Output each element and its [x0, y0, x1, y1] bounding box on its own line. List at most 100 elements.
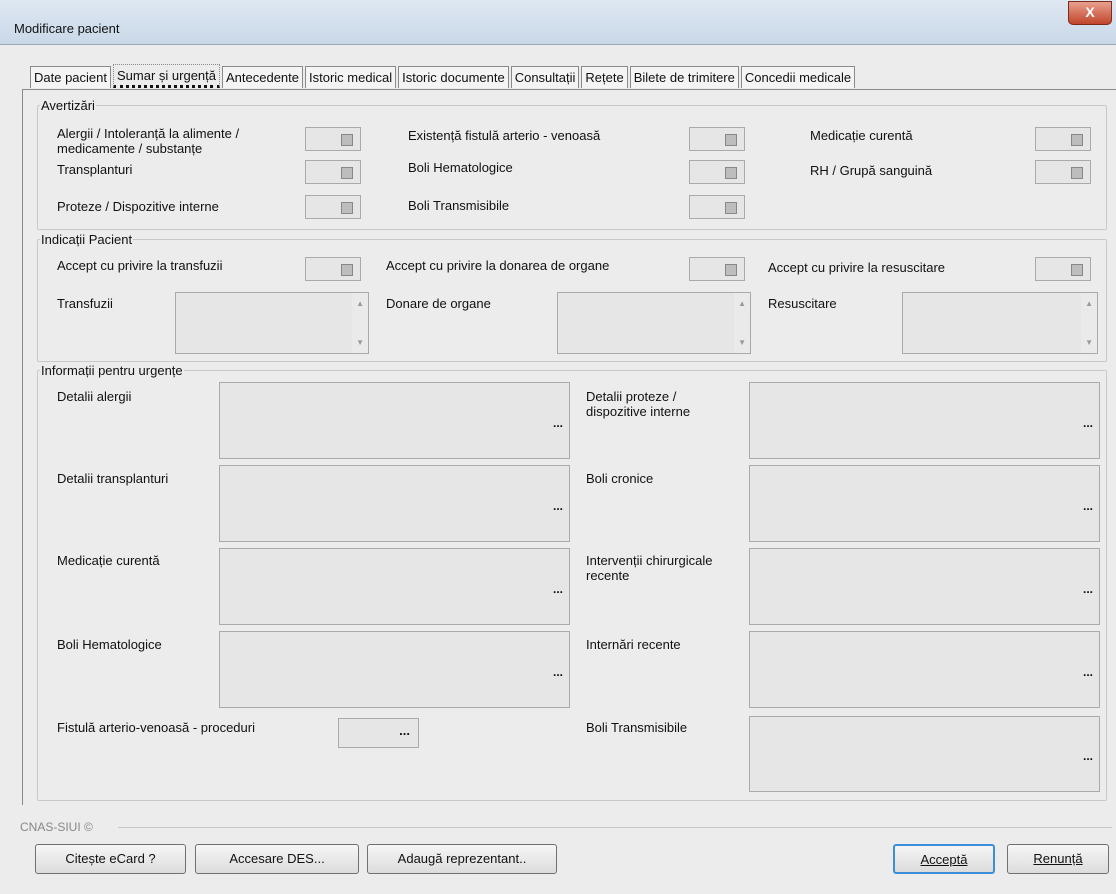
alergii-label: Alergii / Intoleranță la alimente / medi… [57, 126, 240, 156]
tab-retete[interactable]: Rețete [581, 66, 628, 88]
hematologice-label: Boli Hematologice [408, 160, 513, 175]
accepta-label: Acceptă [920, 852, 968, 867]
ellipsis-button[interactable]: ... [1083, 665, 1093, 679]
boli-transmisibile-field[interactable]: ... [749, 716, 1100, 792]
scroll-up-icon[interactable]: ▲ [356, 299, 364, 308]
detalii-transplanturi-label: Detalii transplanturi [57, 471, 169, 486]
alergii-checkbox[interactable] [305, 127, 361, 151]
proteze-label: Proteze / Dispozitive interne [57, 199, 219, 214]
urgente-legend: Informații pentru urgențe [41, 363, 183, 378]
scroll-up-icon[interactable]: ▲ [1085, 299, 1093, 308]
medicatie-checkbox[interactable] [1035, 127, 1091, 151]
checkbox-box-icon [725, 167, 737, 179]
ellipsis-button[interactable]: ... [1083, 749, 1093, 763]
fistula-proceduri-button[interactable]: ... [338, 718, 419, 748]
transmisibile-checkbox[interactable] [689, 195, 745, 219]
boli-cronice-field[interactable]: ... [749, 465, 1100, 542]
internari-field[interactable]: ... [749, 631, 1100, 708]
checkbox-box-icon [341, 167, 353, 179]
fistula-proceduri-label: Fistulă arterio-venoasă - proceduri [57, 720, 255, 735]
internari-label: Internări recente [586, 637, 681, 652]
tab-concedii-medicale[interactable]: Concedii medicale [740, 66, 856, 88]
footer-divider [118, 827, 1112, 828]
scroll-down-icon[interactable]: ▼ [738, 338, 746, 347]
fistula-checkbox[interactable] [689, 127, 745, 151]
title-bar: Modificare pacient X [0, 0, 1116, 45]
ellipsis-button[interactable]: ... [1083, 582, 1093, 596]
donare-textarea[interactable]: ▲ ▼ [557, 292, 751, 354]
tab-istoric-medical[interactable]: Istoric medical [305, 66, 397, 88]
accept-resuscitare-checkbox[interactable] [1035, 257, 1091, 281]
accepta-button[interactable]: Acceptă [893, 844, 995, 874]
citeste-ecard-button[interactable]: Citește eCard ? [35, 844, 186, 874]
avertizari-legend: Avertizări [41, 98, 95, 113]
checkbox-box-icon [725, 202, 737, 214]
tab-strip: Date pacient Sumar și urgență Antecedent… [30, 64, 857, 90]
ellipsis-button[interactable]: ... [553, 416, 563, 430]
transmisibile-label: Boli Transmisibile [408, 198, 510, 213]
boli-hematologice-field[interactable]: ... [219, 631, 570, 708]
rh-checkbox[interactable] [1035, 160, 1091, 184]
checkbox-box-icon [341, 134, 353, 146]
accept-transfuzii-label: Accept cu privire la transfuzii [57, 258, 223, 273]
interventii-label: Intervenții chirurgicale recente [586, 553, 713, 583]
accept-organe-checkbox[interactable] [689, 257, 745, 281]
checkbox-box-icon [341, 202, 353, 214]
scrollbar[interactable]: ▲ ▼ [1081, 293, 1097, 353]
transplanturi-checkbox[interactable] [305, 160, 361, 184]
resuscitare-label: Resuscitare [768, 296, 837, 311]
ellipsis-button[interactable]: ... [553, 499, 563, 513]
checkbox-box-icon [725, 264, 737, 276]
scrollbar[interactable]: ▲ ▼ [734, 293, 750, 353]
scrollbar[interactable]: ▲ ▼ [352, 293, 368, 353]
donare-label: Donare de organe [386, 296, 491, 311]
checkbox-box-icon [1071, 264, 1083, 276]
renunta-label: Renunță [1033, 851, 1083, 866]
ellipsis-button[interactable]: ... [553, 665, 563, 679]
ellipsis-button[interactable]: ... [1083, 499, 1093, 513]
tab-consultatii[interactable]: Consultații [510, 66, 580, 88]
medicatie-label: Medicație curentă [810, 128, 913, 143]
detalii-alergii-field[interactable]: ... [219, 382, 570, 459]
scroll-down-icon[interactable]: ▼ [356, 338, 364, 347]
proteze-checkbox[interactable] [305, 195, 361, 219]
renunta-button[interactable]: Renunță [1007, 844, 1109, 874]
ellipsis-label: ... [399, 723, 410, 738]
scroll-up-icon[interactable]: ▲ [738, 299, 746, 308]
boli-hematologice-label: Boli Hematologice [57, 637, 162, 652]
tab-bilete-trimitere[interactable]: Bilete de trimitere [629, 66, 739, 88]
window-title: Modificare pacient [14, 21, 120, 36]
transfuzii-textarea[interactable]: ▲ ▼ [175, 292, 369, 354]
scroll-down-icon[interactable]: ▼ [1085, 338, 1093, 347]
boli-cronice-label: Boli cronice [586, 471, 654, 486]
ellipsis-button[interactable]: ... [1083, 416, 1093, 430]
accept-transfuzii-checkbox[interactable] [305, 257, 361, 281]
close-icon[interactable]: X [1068, 1, 1112, 25]
tab-sumar-urgenta[interactable]: Sumar și urgență [113, 64, 220, 88]
hematologice-checkbox[interactable] [689, 160, 745, 184]
fistula-label: Existență fistulă arterio - venoasă [408, 128, 601, 143]
checkbox-box-icon [1071, 167, 1083, 179]
detalii-proteze-label: Detalii proteze / dispozitive interne [586, 389, 691, 419]
footer-label: CNAS-SIUI © [20, 820, 93, 834]
rh-label: RH / Grupă sanguină [810, 163, 933, 178]
tab-date-pacient[interactable]: Date pacient [30, 66, 111, 88]
tab-istoric-documente[interactable]: Istoric documente [398, 66, 509, 88]
transplanturi-label: Transplanturi [57, 162, 133, 177]
tab-antecedente[interactable]: Antecedente [222, 66, 304, 88]
resuscitare-textarea[interactable]: ▲ ▼ [902, 292, 1098, 354]
checkbox-box-icon [341, 264, 353, 276]
interventii-field[interactable]: ... [749, 548, 1100, 625]
accesare-des-button[interactable]: Accesare DES... [195, 844, 359, 874]
medicatie-curenta-field[interactable]: ... [219, 548, 570, 625]
detalii-proteze-field[interactable]: ... [749, 382, 1100, 459]
accept-resuscitare-label: Accept cu privire la resuscitare [768, 260, 946, 275]
checkbox-box-icon [1071, 134, 1083, 146]
adauga-reprezentant-button[interactable]: Adaugă reprezentant.. [367, 844, 557, 874]
detalii-alergii-label: Detalii alergii [57, 389, 132, 404]
boli-transmisibile-label: Boli Transmisibile [586, 720, 688, 735]
medicatie-curenta-label: Medicație curentă [57, 553, 160, 568]
detalii-transplanturi-field[interactable]: ... [219, 465, 570, 542]
transfuzii-label: Transfuzii [57, 296, 113, 311]
ellipsis-button[interactable]: ... [553, 582, 563, 596]
